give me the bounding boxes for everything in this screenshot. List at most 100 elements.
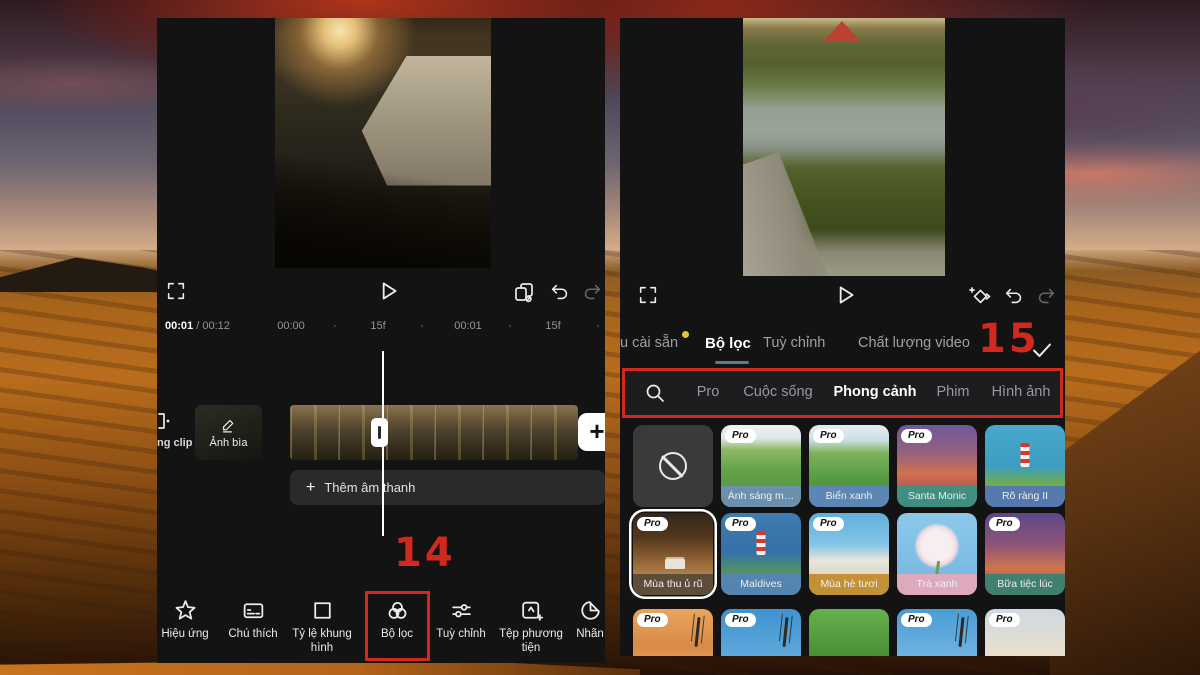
category-image[interactable]: Hình ảnh [992,384,1051,400]
play-icon [832,282,858,308]
toolbar-item-aspect-ratio[interactable]: Tỷ lệ khung hình [286,598,358,655]
filter-tile[interactable]: Pro Bữa tiệc lúc [985,513,1065,595]
pro-badge: Pro [901,429,932,443]
toolbar-label: Nhãn [576,628,604,642]
filter-label: Rõ ràng II [985,486,1065,507]
circle-slash-icon [659,452,687,480]
filter-tile[interactable]: Pro Ánh sáng m… [721,425,801,507]
add-audio-button[interactable]: + Thêm âm thanh [290,470,605,505]
pencil-icon [220,417,237,434]
play-button-right[interactable] [832,282,858,308]
pro-badge: Pro [725,613,756,627]
filter-tile[interactable]: Pro [897,609,977,656]
toolbar-item-effects[interactable]: Hiệu ứng [157,598,221,642]
filter-tile[interactable]: Pro Biển xanh [809,425,889,507]
notification-dot [682,331,689,338]
undo-button[interactable] [549,281,571,303]
pro-badge: Pro [637,613,668,627]
redo-icon [1035,285,1057,307]
filter-thumbnail: Pro [897,609,977,656]
filter-label: Ánh sáng m… [721,486,801,507]
add-audio-label: Thêm âm thanh [324,480,415,495]
fullscreen-icon [637,284,659,306]
filter-thumbnail: Pro [721,609,801,656]
filter-tile[interactable]: Pro [633,609,713,656]
ruler-tick: 00:00 [277,320,305,332]
tab-custom[interactable]: Tuỳ chỉnh [763,335,825,351]
caption-icon [241,598,266,623]
ruler-tick: 00:01 [454,320,482,332]
add-clip-button[interactable]: + [578,413,605,451]
clip-edge-trim-icon[interactable] [157,411,173,431]
ruler-tick: 15f [370,320,385,332]
pro-badge: Pro [989,517,1020,531]
keyframe-button[interactable] [968,284,992,308]
toolbar-label: Tỷ lệ khung hình [286,628,358,655]
capcut-editor-screenshot: 00:01 / 00:12 00:00 · 15f · 00:01 · 15f … [157,18,605,663]
plus-icon: + [306,479,315,497]
play-button[interactable] [375,278,401,304]
filter-tile[interactable]: Pro Maldives [721,513,801,595]
category-landscape[interactable]: Phong cảnh [834,384,917,400]
category-pro[interactable]: Pro [697,384,720,400]
toolbar-item-caption[interactable]: Chú thích [217,598,289,642]
adjust-sliders-icon [449,598,474,623]
filter-tile[interactable]: Pro [721,609,801,656]
clip-edge-label[interactable]: ng clip [157,437,192,449]
category-film[interactable]: Phim [936,384,969,400]
export-quality-button[interactable] [512,280,536,304]
clip-thumbnail-strip[interactable] [290,405,578,460]
tab-presets[interactable]: u cài sẵn [620,335,678,351]
timeline-ruler: 00:01 / 00:12 00:00 · 15f · 00:01 · 15f … [157,318,605,338]
toolbar-item-adjust[interactable]: Tuỳ chỉnh [425,598,497,642]
filter-tile-none[interactable] [633,425,713,507]
video-preview-right [743,18,945,276]
filter-label: Trà xanh [897,574,977,595]
filter-tile[interactable]: Rõ ràng II [985,425,1065,507]
filter-tile-selected[interactable]: Pro Mùa thu ủ rũ [633,513,713,595]
filter-tile[interactable] [809,609,889,656]
clip-split-handle[interactable] [371,418,388,447]
filter-thumbnail: Pro [985,609,1065,656]
redo-button-right[interactable] [1035,285,1057,307]
category-life[interactable]: Cuộc sống [743,384,812,400]
filter-tile[interactable]: Pro [985,609,1065,656]
highlight-box-filter-button [365,591,430,661]
screenshot-canvas: { "annotations": { "step_left": "14", "s… [0,0,1200,675]
filter-tile[interactable]: Trà xanh [897,513,977,595]
device-switch-icon [512,280,536,304]
filter-label: Santa Monic [897,486,977,507]
toolbar-item-sticker[interactable]: Nhãn [554,598,605,642]
pro-badge: Pro [813,517,844,531]
toolbar-label: Chú thích [228,628,277,642]
tab-filter[interactable]: Bộ lọc [705,335,751,352]
cover-edit-button[interactable]: Ảnh bìa [195,405,262,460]
filter-tile[interactable]: Pro Mùa hè tươi [809,513,889,595]
pro-badge: Pro [989,613,1020,627]
time-current: 00:01 [165,320,193,332]
fullscreen-button-right[interactable] [637,284,659,306]
filter-label: Mùa thu ủ rũ [633,574,713,595]
filter-label: Bữa tiệc lúc [985,574,1065,595]
pro-badge: Pro [725,429,756,443]
pro-badge: Pro [813,429,844,443]
video-preview-left [275,18,491,268]
redo-button[interactable] [581,281,603,303]
filter-category-bar: Pro Cuộc sống Phong cảnh Phim Hình ảnh [622,368,1063,418]
active-tab-underline [715,361,749,364]
ruler-tick: 15f [545,320,560,332]
search-button[interactable] [643,381,667,405]
filter-tile[interactable]: Pro Santa Monic [897,425,977,507]
media-file-icon [519,598,544,623]
pro-badge: Pro [637,517,668,531]
undo-button-right[interactable] [1003,285,1025,307]
ruler-tick: · [596,320,600,332]
tab-video-quality[interactable]: Chất lượng video [858,335,970,351]
time-total: 00:12 [202,320,230,332]
step-number-14: 14 [394,530,456,576]
pro-badge: Pro [725,517,756,531]
fullscreen-button[interactable] [165,280,187,302]
time-display: 00:01 / 00:12 [165,320,230,332]
ruler-tick: · [508,320,512,332]
step-number-15: 15 [978,316,1040,362]
